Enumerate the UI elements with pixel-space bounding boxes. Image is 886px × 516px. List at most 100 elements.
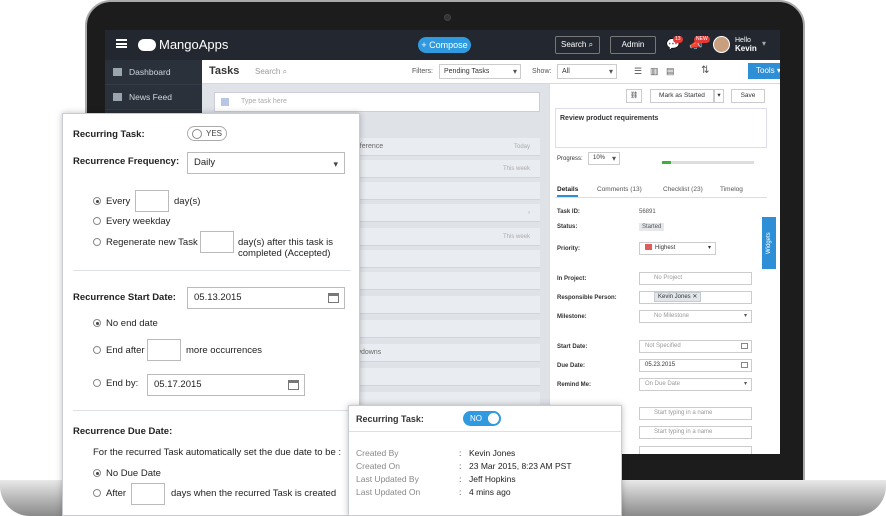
- menu-icon[interactable]: [116, 39, 127, 48]
- priority-label: Priority:: [557, 246, 581, 252]
- created-by-label: Created By: [356, 448, 399, 458]
- due-date-field[interactable]: 05.23.2015: [639, 359, 752, 372]
- end-after-radio[interactable]: [93, 346, 101, 354]
- save-button[interactable]: Save: [731, 89, 765, 103]
- progress-fill: [662, 161, 672, 164]
- after-days-input[interactable]: [131, 483, 165, 505]
- compose-button[interactable]: + Compose: [418, 37, 471, 53]
- person-chip-label: Kevin Jones: [658, 294, 691, 300]
- frequency-select[interactable]: Daily ▾: [187, 152, 345, 174]
- start-date-input[interactable]: 05.13.2015: [187, 287, 345, 309]
- follower-input[interactable]: Start typing in a name: [639, 407, 752, 420]
- mark-started-button[interactable]: Mark as Started: [650, 89, 714, 103]
- project-field[interactable]: No Project: [639, 272, 752, 285]
- person-chip[interactable]: Kevin Jones ✕: [654, 292, 702, 302]
- camera: [444, 14, 451, 21]
- regenerate-radio[interactable]: [93, 238, 101, 246]
- start-date-value: Not Specified: [645, 343, 681, 349]
- add-task-input[interactable]: Type task here: [214, 92, 540, 112]
- tab-timelog[interactable]: Timelog: [720, 186, 743, 193]
- calendar-icon[interactable]: [741, 362, 748, 368]
- end-by-input[interactable]: 05.17.2015: [147, 374, 305, 396]
- extra-field[interactable]: [639, 446, 752, 454]
- user-name: Kevin: [735, 44, 757, 53]
- avatar[interactable]: [713, 36, 730, 53]
- recurring-toggle[interactable]: YES: [187, 126, 227, 141]
- list-view-icon[interactable]: ☰: [634, 66, 642, 77]
- task-id-label: Task ID:: [557, 209, 580, 215]
- search-icon: ⌕: [282, 67, 288, 76]
- every-radio[interactable]: [93, 197, 101, 205]
- show-select[interactable]: All: [557, 64, 617, 79]
- tools-button[interactable]: Tools ▾: [748, 63, 780, 79]
- sidebar-item-label: News Feed: [129, 92, 172, 102]
- chevron-down-icon: ▾: [743, 313, 747, 319]
- end-after-label: End after: [106, 345, 145, 356]
- milestone-label: Milestone:: [557, 314, 587, 320]
- frequency-value: Daily: [194, 157, 216, 168]
- created-on-value: 23 Mar 2015, 8:23 AM PST: [469, 461, 572, 471]
- app-logo[interactable]: MangoApps: [138, 37, 228, 52]
- priority-select[interactable]: Highest ▾: [639, 242, 716, 255]
- recurring-task-label: Recurring Task:: [73, 129, 145, 140]
- recurring-toggle[interactable]: NO: [463, 411, 501, 426]
- mango-icon: [138, 39, 156, 51]
- start-date-field[interactable]: Not Specified: [639, 340, 752, 353]
- show-label: Show:: [532, 68, 552, 75]
- no-end-radio[interactable]: [93, 319, 101, 327]
- task-title[interactable]: Review product requirements: [555, 108, 767, 148]
- recurrence-panel: Recurring Task: YES Recurrence Frequency…: [62, 113, 360, 516]
- sidebar-item-dashboard[interactable]: Dashboard: [105, 60, 202, 85]
- progress-select[interactable]: 10%: [588, 152, 620, 165]
- calendar-icon[interactable]: [288, 380, 299, 390]
- start-date-label: Recurrence Start Date:: [73, 292, 176, 303]
- end-by-label: End by:: [106, 378, 139, 389]
- chevron-right-icon: ›: [528, 210, 530, 216]
- after-radio[interactable]: [93, 489, 101, 497]
- calendar-icon[interactable]: [741, 343, 748, 349]
- home-icon: [113, 68, 122, 76]
- filter-select[interactable]: Pending Tasks: [439, 64, 521, 79]
- person-field[interactable]: Kevin Jones ✕: [639, 291, 752, 304]
- regenerate-days-input[interactable]: [200, 231, 234, 253]
- sidebar-item-news-feed[interactable]: News Feed: [105, 85, 202, 110]
- search-button[interactable]: Search ⌕: [555, 36, 600, 54]
- end-by-radio[interactable]: [93, 379, 101, 387]
- tab-comments[interactable]: Comments (13): [597, 186, 642, 193]
- weekday-label: Every weekday: [106, 216, 171, 227]
- task-due: This week: [502, 166, 530, 172]
- chart-view-icon[interactable]: ▤: [666, 66, 675, 77]
- due-date-value: 05.23.2015: [645, 362, 676, 368]
- user-greeting[interactable]: Hello Kevin: [735, 37, 757, 54]
- widgets-tab[interactable]: Widgets: [762, 217, 776, 269]
- no-due-radio[interactable]: [93, 469, 101, 477]
- end-by-value: 05.17.2015: [154, 379, 202, 390]
- task-search[interactable]: Search ⌕: [255, 67, 287, 77]
- tasks-toolbar: Tasks Search ⌕ Filters: Pending Tasks Sh…: [202, 60, 780, 84]
- sort-icon[interactable]: ⇅: [701, 65, 709, 76]
- chevron-down-icon[interactable]: ▾: [714, 89, 724, 103]
- remind-select[interactable]: On Due Date ▾: [639, 378, 752, 391]
- every-days-input[interactable]: [135, 190, 169, 212]
- regenerate-unit-2: completed (Accepted): [238, 248, 331, 259]
- chevron-down-icon[interactable]: ▾: [762, 39, 766, 48]
- admin-button[interactable]: Admin: [610, 36, 656, 54]
- close-icon[interactable]: ✕: [692, 294, 697, 300]
- regenerate-unit-1: day(s) after this task is: [238, 237, 334, 248]
- updated-by-value: Jeff Hopkins: [469, 474, 516, 484]
- search-label: Search: [561, 40, 587, 49]
- board-view-icon[interactable]: ▥: [650, 66, 659, 77]
- calendar-icon[interactable]: [328, 293, 339, 303]
- occurrences-input[interactable]: [147, 339, 181, 361]
- link-icon[interactable]: ⛓: [626, 89, 642, 103]
- weekday-radio[interactable]: [93, 217, 101, 225]
- start-date-value: 05.13.2015: [194, 292, 242, 303]
- milestone-select[interactable]: No Milestone ▾: [639, 310, 752, 323]
- logo-text: MangoApps: [159, 37, 229, 52]
- watcher-input[interactable]: Start typing in a name: [639, 426, 752, 439]
- tab-details[interactable]: Details: [557, 186, 579, 197]
- due-date-label: Due Date:: [557, 363, 586, 369]
- tab-checklist[interactable]: Checklist (23): [663, 186, 703, 193]
- colon: :: [459, 461, 462, 471]
- due-date-description: For the recurred Task automatically set …: [93, 447, 342, 458]
